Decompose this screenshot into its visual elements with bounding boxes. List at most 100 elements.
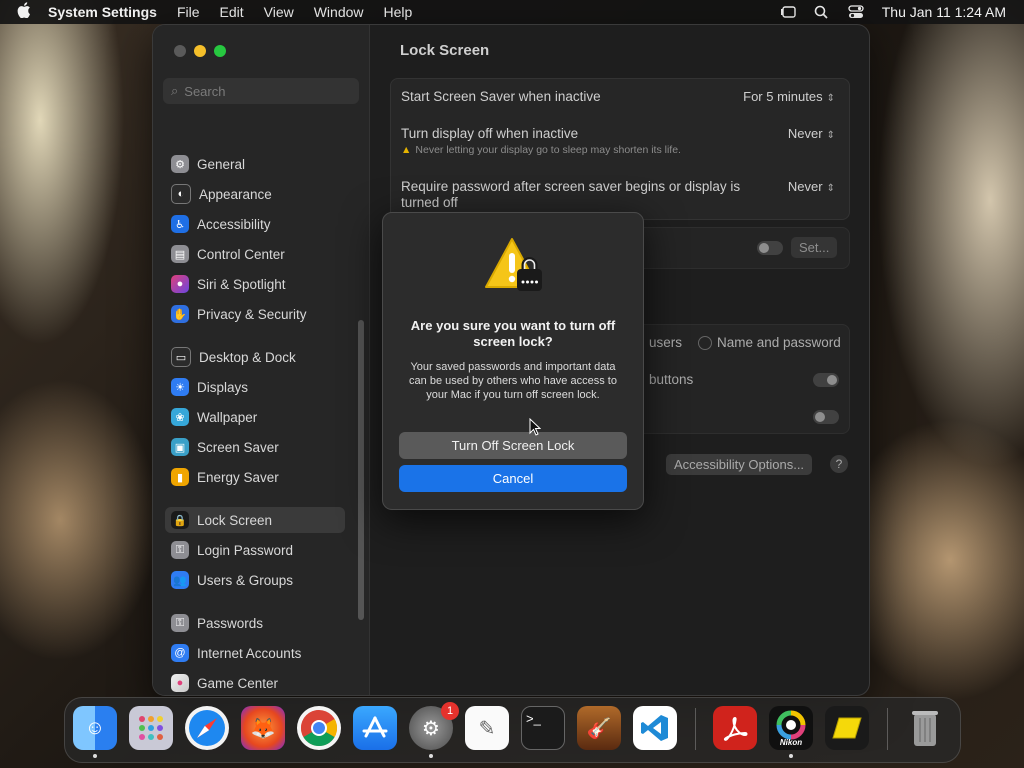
require-password-value: Never <box>787 179 823 194</box>
help-button[interactable]: ? <box>830 455 848 473</box>
screen-saver-popup[interactable]: For 5 minutes ⇕ <box>743 89 835 104</box>
sidebar-item-energy-saver[interactable]: ▮ Energy Saver <box>165 464 345 490</box>
sidebar-item-desktop-dock[interactable]: ▭ Desktop & Dock <box>165 344 345 370</box>
require-password-popup[interactable]: Never ⇕ <box>788 179 835 194</box>
hand-icon: ✋ <box>171 305 189 323</box>
sidebar-item-internet-accounts[interactable]: @ Internet Accounts <box>165 640 345 666</box>
sidebar-item-login-password[interactable]: ⚿ Login Password <box>165 537 345 563</box>
game-center-icon: ● <box>171 674 189 692</box>
key-icon: ⚿ <box>171 614 189 632</box>
sidebar: ⌕ Search ⚙ General ◐ Appearance ♿ Access… <box>153 25 370 695</box>
finder-icon[interactable]: ☺ <box>73 706 117 758</box>
accessibility-icon: ♿ <box>171 215 189 233</box>
menu-view[interactable]: View <box>264 4 294 20</box>
users-label: users <box>649 335 683 350</box>
control-center-icon[interactable] <box>848 5 864 19</box>
gear-icon: ⚙ <box>171 155 189 173</box>
menu-file[interactable]: File <box>177 4 200 20</box>
sidebar-item-screen-saver[interactable]: ▣ Screen Saver <box>165 434 345 460</box>
menu-edit[interactable]: Edit <box>220 4 244 20</box>
zoom-button[interactable] <box>214 45 226 57</box>
sidebar-item-displays[interactable]: ☀ Displays <box>165 374 345 400</box>
sidebar-item-wallpaper[interactable]: ❀ Wallpaper <box>165 404 345 430</box>
sidebar-item-label: Screen Saver <box>197 439 279 455</box>
garageband-icon[interactable]: 🎸 <box>577 706 621 750</box>
displays-icon: ☀ <box>171 378 189 396</box>
menu-bar: System Settings File Edit View Window He… <box>0 0 1024 24</box>
close-button[interactable] <box>174 45 186 57</box>
terminal-icon[interactable]: >_ <box>521 706 565 750</box>
screen-saver-value: For 5 minutes <box>743 89 823 104</box>
message-toggle[interactable] <box>757 241 783 255</box>
battery-icon: ▮ <box>171 468 189 486</box>
vscode-icon[interactable] <box>633 706 677 750</box>
sidebar-item-accessibility[interactable]: ♿ Accessibility <box>165 211 345 237</box>
dock: ☺ 🦊 ⚙ 1 ✎ >_ 🎸 Nikon <box>64 697 961 763</box>
sidebar-item-label: Users & Groups <box>197 572 294 588</box>
running-indicator <box>429 754 433 758</box>
warning-icon: ▲ <box>401 144 412 156</box>
users-icon: 👥 <box>171 571 189 589</box>
sidebar-item-general[interactable]: ⚙ General <box>165 151 345 177</box>
search-placeholder: Search <box>184 83 226 99</box>
turn-off-screen-lock-button[interactable]: Turn Off Screen Lock <box>399 432 627 459</box>
safari-icon[interactable] <box>185 706 229 750</box>
stage-manager-icon[interactable] <box>780 5 796 19</box>
siri-icon: ● <box>171 275 189 293</box>
running-indicator <box>93 754 97 758</box>
sidebar-item-game-center[interactable]: ● Game Center <box>165 670 345 695</box>
apple-menu-icon[interactable] <box>0 2 48 22</box>
nikon-label: Nikon <box>779 737 803 747</box>
sidebar-item-label: Appearance <box>199 186 272 202</box>
display-off-popup[interactable]: Never ⇕ <box>788 126 835 141</box>
control-center-icon: ▤ <box>171 245 189 263</box>
sidebar-item-privacy-security[interactable]: ✋ Privacy & Security <box>165 301 345 327</box>
textedit-icon[interactable]: ✎ <box>465 706 509 750</box>
trash-icon[interactable] <box>903 706 947 750</box>
menu-clock[interactable]: Thu Jan 11 1:24 AM <box>882 4 1006 20</box>
search-field[interactable]: ⌕ Search <box>163 78 359 104</box>
show-buttons-toggle[interactable] <box>813 373 839 387</box>
accessibility-options-button[interactable]: Accessibility Options... <box>666 454 813 475</box>
sidebar-item-siri-spotlight[interactable]: ● Siri & Spotlight <box>165 271 345 297</box>
sidebar-item-label: Siri & Spotlight <box>197 276 286 292</box>
set-button[interactable]: Set... <box>791 237 838 258</box>
sidebar-item-label: Desktop & Dock <box>199 349 296 365</box>
sidebar-item-label: Login Password <box>197 542 294 558</box>
menu-app-name[interactable]: System Settings <box>48 4 157 20</box>
screen-saver-icon: ▣ <box>171 438 189 456</box>
warning-text: Never letting your display go to sleep m… <box>415 144 681 156</box>
firefox-icon[interactable]: 🦊 <box>241 706 285 750</box>
sidebar-item-control-center[interactable]: ▤ Control Center <box>165 241 345 267</box>
dock-separator <box>695 708 696 750</box>
spotlight-search-icon[interactable] <box>814 5 830 19</box>
chrome-icon[interactable] <box>297 706 341 750</box>
nikon-app-icon[interactable]: Nikon <box>769 706 813 758</box>
warning-lock-icon <box>484 237 544 293</box>
sidebar-item-users-groups[interactable]: 👥 Users & Groups <box>165 567 345 593</box>
sidebar-item-label: Displays <box>197 379 249 395</box>
buttons-label: buttons <box>649 372 694 387</box>
app-store-icon[interactable] <box>353 706 397 750</box>
acrobat-icon[interactable] <box>713 706 757 750</box>
launchpad-icon[interactable] <box>129 706 173 750</box>
system-settings-icon[interactable]: ⚙ 1 <box>409 702 459 758</box>
cancel-button[interactable]: Cancel <box>399 465 627 492</box>
window-controls <box>174 45 226 57</box>
minimize-button[interactable] <box>194 45 206 57</box>
menu-window[interactable]: Window <box>314 4 364 20</box>
chevron-updown-icon: ⇕ <box>826 130 835 141</box>
notification-badge: 1 <box>441 702 459 720</box>
name-and-password-radio[interactable] <box>698 336 712 350</box>
sidebar-item-lock-screen[interactable]: 🔒 Lock Screen <box>165 507 345 533</box>
sidebar-item-passwords[interactable]: ⚿ Passwords <box>165 610 345 636</box>
dock-separator <box>887 708 888 750</box>
sidebar-scrollbar[interactable] <box>358 320 364 620</box>
display-off-value: Never <box>787 126 823 141</box>
stickies-icon[interactable] <box>825 706 869 750</box>
sidebar-item-label: Accessibility <box>197 216 271 232</box>
menu-help[interactable]: Help <box>384 4 413 20</box>
sidebar-item-appearance[interactable]: ◐ Appearance <box>165 181 345 207</box>
password-hints-toggle[interactable] <box>813 410 839 424</box>
display-off-label: Turn display off when inactive <box>401 126 579 141</box>
